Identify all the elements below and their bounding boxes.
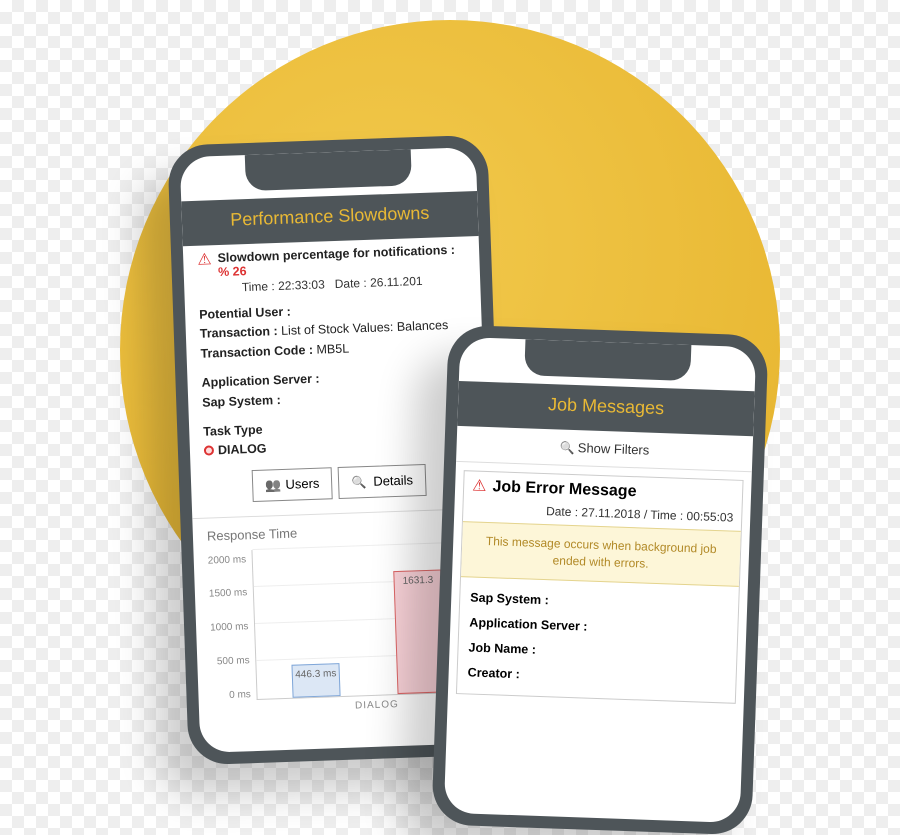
task-type-block: Task Type DIALOG bbox=[203, 413, 472, 461]
job-details: Sap System : Application Server : Job Na… bbox=[457, 577, 739, 703]
search-icon bbox=[351, 474, 369, 490]
warning-icon: ⚠ bbox=[472, 478, 487, 494]
notch bbox=[245, 149, 412, 191]
search-icon bbox=[560, 440, 578, 456]
users-button[interactable]: Users bbox=[252, 467, 333, 502]
chart-bar-1: 446.3 ms bbox=[291, 663, 340, 697]
error-title: Job Error Message bbox=[492, 478, 734, 504]
details-button[interactable]: Details bbox=[338, 464, 427, 499]
job-error-card: ⚠ Job Error Message Date : 27.11.2018 / … bbox=[456, 470, 744, 703]
phone-job-messages: Job Messages Show Filters ⚠ Job Error Me… bbox=[431, 325, 768, 835]
notch bbox=[524, 339, 691, 381]
warning-icon: ⚠ bbox=[197, 252, 212, 268]
chart-title: Response Time bbox=[207, 519, 475, 543]
transaction-block: Potential User : Transaction : List of S… bbox=[199, 296, 469, 363]
users-icon bbox=[265, 477, 282, 494]
server-block: Application Server : Sap System : bbox=[201, 364, 470, 412]
error-message-banner: This message occurs when background job … bbox=[461, 521, 741, 586]
task-dot-icon bbox=[204, 446, 214, 456]
